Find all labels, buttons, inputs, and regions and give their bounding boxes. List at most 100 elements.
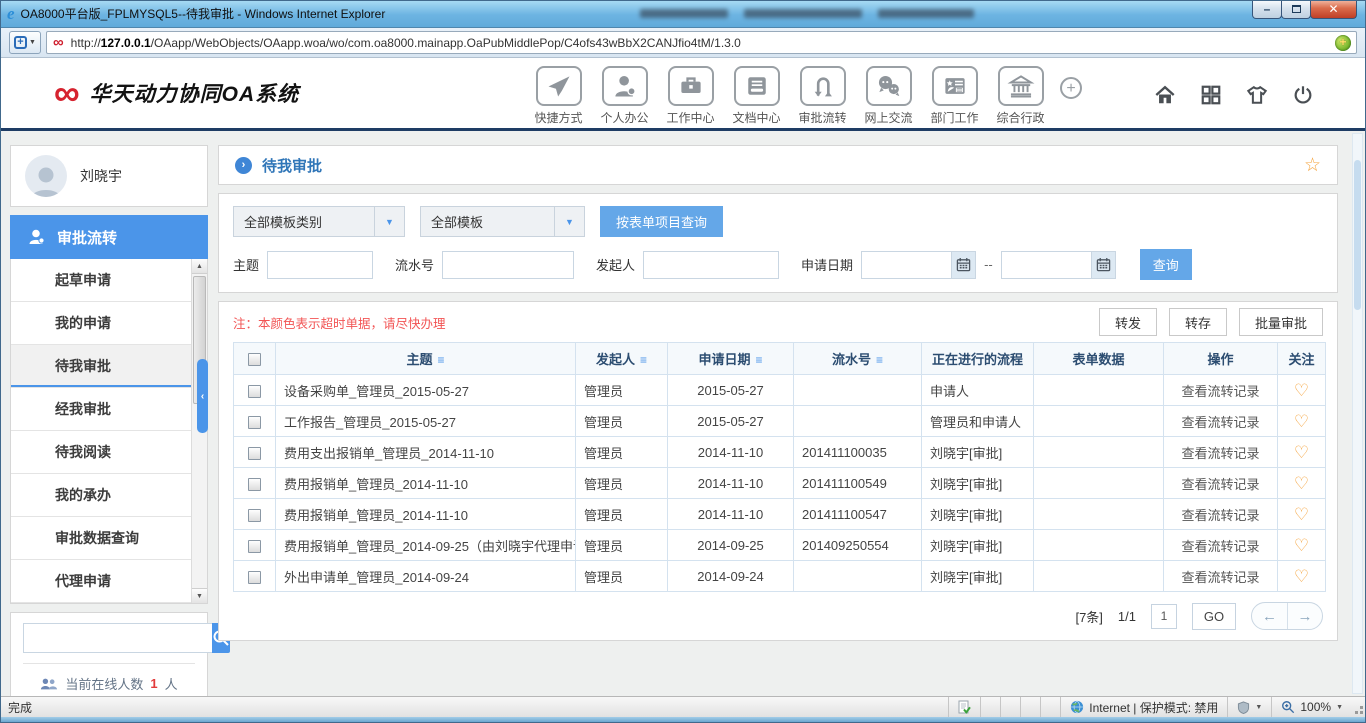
view-flow-record-link[interactable]: 查看流转记录	[1181, 415, 1259, 430]
initiator-input[interactable]	[643, 251, 779, 279]
resize-grip[interactable]	[1352, 697, 1366, 717]
address-input[interactable]: ∞ http://127.0.0.1/OAapp/WebObjects/OAap…	[46, 31, 1357, 54]
row-checkbox[interactable]	[248, 385, 261, 398]
view-flow-record-link[interactable]: 查看流转记录	[1181, 539, 1259, 554]
next-page-icon[interactable]: →	[1287, 603, 1322, 629]
table-row[interactable]: 费用支出报销单_管理员_2014-11-10管理员2014-11-1020141…	[234, 437, 1326, 468]
nav-item-personal-office[interactable]: 个人办公	[598, 66, 651, 126]
column-header[interactable]: 申请日期≡	[668, 343, 794, 375]
filter-panel: 全部模板类别 ▼ 全部模板 ▼ 按表单项目查询 主题 流水号 发起人 申请日期	[218, 193, 1338, 293]
column-header[interactable]: 流水号≡	[794, 343, 922, 375]
minimize-button[interactable]: –	[1252, 0, 1282, 19]
calendar-icon[interactable]	[951, 251, 976, 279]
briefcase-icon	[668, 66, 714, 106]
sidebar-menu-item[interactable]: 待我阅读	[11, 431, 207, 474]
sidebar-menu-item[interactable]: 我的申请	[11, 302, 207, 345]
scroll-down-icon[interactable]: ▼	[192, 588, 207, 603]
form-item-query-button[interactable]: 按表单项目查询	[600, 206, 723, 237]
sort-icon[interactable]: ≡	[756, 353, 763, 367]
sidebar-menu-item[interactable]: 代理申请	[11, 560, 207, 603]
prev-page-icon[interactable]: ←	[1252, 603, 1287, 629]
favorite-heart-icon[interactable]: ♡	[1294, 443, 1309, 462]
favorite-heart-icon[interactable]: ♡	[1294, 536, 1309, 555]
add-module-button[interactable]: +	[1060, 77, 1082, 99]
view-flow-record-link[interactable]: 查看流转记录	[1181, 384, 1259, 399]
power-icon[interactable]	[1292, 84, 1314, 106]
template-select[interactable]: 全部模板 ▼	[420, 206, 585, 237]
sidebar-collapse-handle[interactable]: ‹	[197, 359, 208, 433]
nav-item-admin[interactable]: 综合行政	[994, 66, 1047, 126]
header-quick-icons	[1153, 84, 1314, 106]
page-scrollbar[interactable]	[1352, 133, 1363, 694]
action-button[interactable]: 转存	[1169, 308, 1227, 336]
status-compat-button[interactable]: ▼	[1227, 697, 1271, 717]
table-row[interactable]: 工作报告_管理员_2015-05-27管理员2015-05-27管理员和申请人查…	[234, 406, 1326, 437]
subject-input[interactable]	[267, 251, 373, 279]
nav-item-approval-flow[interactable]: 审批流转	[796, 66, 849, 126]
date-from-input[interactable]	[861, 251, 951, 279]
view-flow-record-link[interactable]: 查看流转记录	[1181, 508, 1259, 523]
nav-item-shortcuts[interactable]: 快捷方式	[532, 66, 585, 126]
safety-shield-button[interactable]: + ▼	[9, 31, 41, 54]
column-header[interactable]: 发起人≡	[576, 343, 668, 375]
row-checkbox[interactable]	[248, 416, 261, 429]
nav-item-online-chat[interactable]: 网上交流	[862, 66, 915, 126]
table-row[interactable]: 设备采购单_管理员_2015-05-27管理员2015-05-27申请人查看流转…	[234, 375, 1326, 406]
sidebar-menu-item[interactable]: 审批数据查询	[11, 517, 207, 560]
view-flow-record-link[interactable]: 查看流转记录	[1181, 446, 1259, 461]
serial-input[interactable]	[442, 251, 574, 279]
nav-item-doc-center[interactable]: 文档中心	[730, 66, 783, 126]
home-icon[interactable]	[1153, 84, 1177, 106]
security-addon-icon[interactable]	[1335, 35, 1351, 51]
page-number-input[interactable]	[1151, 604, 1177, 629]
cell-initiator: 管理员	[576, 499, 668, 530]
nav-item-work-center[interactable]: 工作中心	[664, 66, 717, 126]
view-flow-record-link[interactable]: 查看流转记录	[1181, 477, 1259, 492]
favorite-heart-icon[interactable]: ♡	[1294, 505, 1309, 524]
table-row[interactable]: 费用报销单_管理员_2014-09-25（由刘晓宇代理申请）管理员2014-09…	[234, 530, 1326, 561]
maximize-button[interactable]	[1281, 0, 1311, 19]
close-button[interactable]: ✕	[1310, 0, 1357, 19]
row-checkbox[interactable]	[248, 571, 261, 584]
table-row[interactable]: 费用报销单_管理员_2014-11-10管理员2014-11-102014111…	[234, 499, 1326, 530]
sidebar-menu-item[interactable]: 起草申请	[11, 259, 207, 302]
date-to-input[interactable]	[1001, 251, 1091, 279]
sort-icon[interactable]: ≡	[876, 353, 883, 367]
action-button[interactable]: 批量审批	[1239, 308, 1323, 336]
table-row[interactable]: 费用报销单_管理员_2014-11-10管理员2014-11-102014111…	[234, 468, 1326, 499]
row-checkbox[interactable]	[248, 478, 261, 491]
query-button[interactable]: 查询	[1140, 249, 1192, 280]
go-button[interactable]: GO	[1192, 603, 1236, 630]
table-row[interactable]: 外出申请单_管理员_2014-09-24管理员2014-09-24刘晓宇[审批]…	[234, 561, 1326, 592]
status-zoom-control[interactable]: 100% ▼	[1271, 697, 1352, 717]
sidebar-menu-item[interactable]: 我的承办	[11, 474, 207, 517]
sidebar-section-approval-flow[interactable]: 审批流转	[10, 215, 208, 259]
scroll-up-icon[interactable]: ▲	[192, 259, 207, 274]
nav-item-dept-work[interactable]: 部门工作	[928, 66, 981, 126]
favorite-heart-icon[interactable]: ♡	[1294, 567, 1309, 586]
sidebar-search-input[interactable]	[23, 623, 212, 653]
row-checkbox[interactable]	[248, 509, 261, 522]
favorite-heart-icon[interactable]: ♡	[1294, 381, 1309, 400]
page-scrollbar-thumb[interactable]	[1354, 160, 1361, 310]
sort-icon[interactable]: ≡	[438, 353, 445, 367]
row-checkbox[interactable]	[248, 447, 261, 460]
apps-grid-icon[interactable]	[1200, 84, 1222, 106]
view-flow-record-link[interactable]: 查看流转记录	[1181, 570, 1259, 585]
status-security-zone[interactable]: Internet | 保护模式: 禁用	[1060, 697, 1227, 717]
theme-tshirt-icon[interactable]	[1245, 84, 1269, 106]
select-all-checkbox[interactable]	[248, 353, 261, 366]
sidebar-menu-item[interactable]: 经我审批	[11, 388, 207, 431]
sidebar-menu-item[interactable]: 待我审批	[11, 345, 207, 388]
action-button[interactable]: 转发	[1099, 308, 1157, 336]
column-header[interactable]: 主题≡	[276, 343, 576, 375]
template-category-select[interactable]: 全部模板类别 ▼	[233, 206, 405, 237]
row-checkbox[interactable]	[248, 540, 261, 553]
online-count: 1	[150, 676, 157, 691]
chevron-down-icon: ▼	[374, 207, 404, 236]
calendar-icon[interactable]	[1091, 251, 1116, 279]
favorite-star-icon[interactable]: ☆	[1304, 154, 1321, 177]
favorite-heart-icon[interactable]: ♡	[1294, 412, 1309, 431]
favorite-heart-icon[interactable]: ♡	[1294, 474, 1309, 493]
sort-icon[interactable]: ≡	[640, 353, 647, 367]
